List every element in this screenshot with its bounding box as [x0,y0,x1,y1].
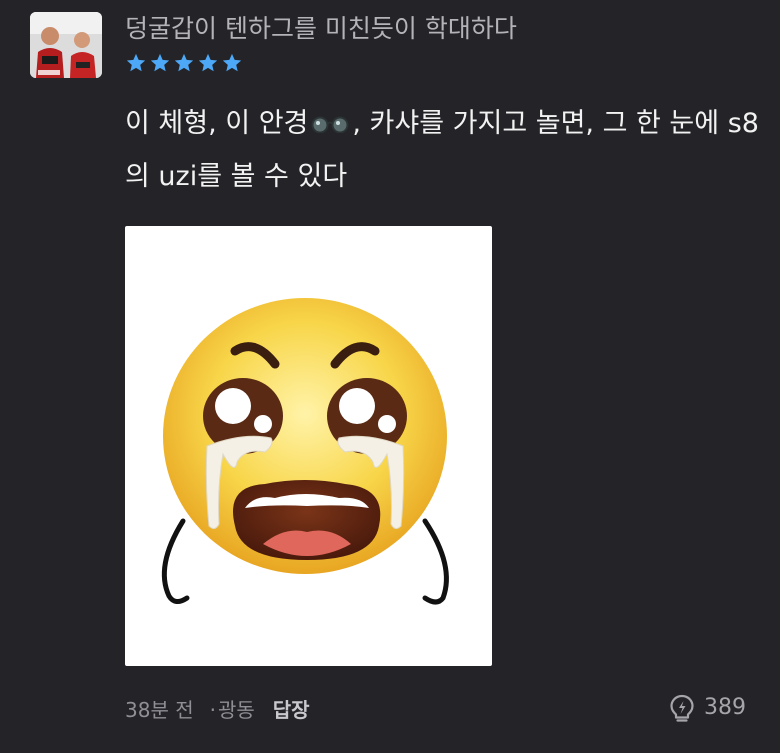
like-button[interactable]: 389 [668,690,746,726]
star-icon [222,53,242,72]
star-icon [174,53,194,72]
crying-angry-face-sticker-icon [161,298,449,605]
like-count: 389 [704,695,746,720]
location: 광동 [217,698,255,722]
glasses-emoji-icon [310,99,350,151]
avatar-photo [30,12,102,78]
star-icon [126,53,146,72]
comment-text-part: 이 체형, 이 안경 [125,108,309,139]
meta-separator: · [209,698,216,722]
reply-button[interactable]: 답장 [273,693,310,727]
rating-stars [125,52,243,74]
avatar[interactable] [30,12,102,78]
comment-text: 이 체형, 이 안경 , 카샤를 가지고 놀면, 그 한 눈에 s8의 uzi를… [125,98,765,203]
username[interactable]: 덩굴갑이 텐하그를 미친듯이 학대하다 [125,13,517,45]
star-icon [198,53,218,72]
lightbulb-icon [670,694,694,722]
sticker-image[interactable] [125,226,492,666]
comment-meta: 38분 전 · 광동 답장 [125,693,310,727]
star-icon [150,53,170,72]
timestamp: 38분 전 [125,698,194,722]
